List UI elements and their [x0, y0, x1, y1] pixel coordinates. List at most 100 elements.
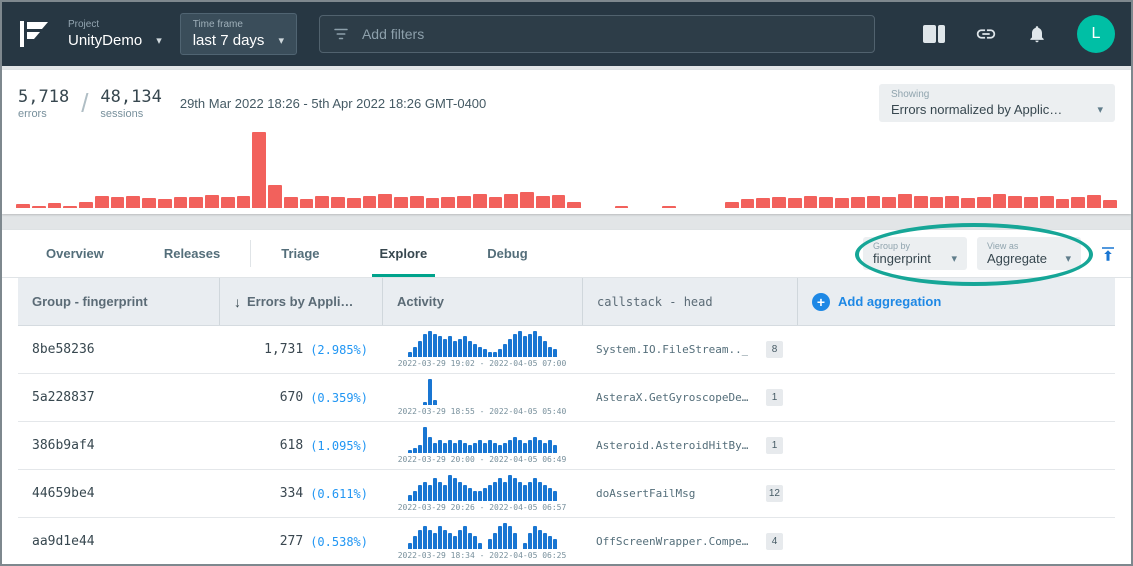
fingerprint-cell[interactable]: aa9d1e44	[18, 518, 219, 565]
histogram-bar[interactable]	[552, 195, 566, 208]
histogram-bar[interactable]	[489, 197, 503, 208]
histogram-bar[interactable]	[977, 197, 991, 208]
histogram-bar[interactable]	[914, 196, 928, 208]
histogram-bar[interactable]	[567, 202, 581, 208]
histogram-bar[interactable]	[142, 198, 156, 208]
histogram-bar[interactable]	[520, 192, 534, 208]
notifications-bell-icon[interactable]	[1027, 24, 1047, 44]
histogram-bar[interactable]	[111, 197, 125, 208]
table-row[interactable]: aa9d1e44277(0.538%)2022-03-29 18:34 - 20…	[18, 518, 1115, 566]
histogram-bar[interactable]	[300, 199, 314, 208]
histogram-bar[interactable]	[174, 197, 188, 208]
view-as-selector[interactable]: View as Aggregate ▾	[977, 237, 1081, 270]
histogram-bar[interactable]	[441, 197, 455, 208]
histogram-bar[interactable]	[16, 204, 30, 208]
histogram-bar[interactable]	[79, 202, 93, 208]
histogram-bar[interactable]	[284, 197, 298, 208]
histogram-bar[interactable]	[725, 202, 739, 208]
project-selector[interactable]: Project UnityDemo ▾	[68, 19, 162, 49]
histogram-bar[interactable]	[237, 196, 251, 208]
histogram-bar[interactable]	[615, 206, 629, 208]
table-row[interactable]: 44659be4334(0.611%)2022-03-29 20:26 - 20…	[18, 470, 1115, 518]
table-row[interactable]: 8be582361,731(2.985%)2022-03-29 19:02 - …	[18, 326, 1115, 374]
histogram-bar[interactable]	[410, 196, 424, 208]
sparkline-bar	[428, 530, 432, 550]
fingerprint-cell[interactable]: 8be58236	[18, 326, 219, 373]
histogram-bar[interactable]	[1103, 200, 1117, 208]
histogram-bar[interactable]	[394, 197, 408, 208]
histogram-bar[interactable]	[48, 203, 62, 208]
histogram-bar[interactable]	[315, 196, 329, 208]
histogram-bar[interactable]	[851, 197, 865, 208]
col-header-fingerprint[interactable]: Group - fingerprint	[18, 278, 219, 325]
histogram-bar[interactable]	[1008, 196, 1022, 208]
histogram-bar[interactable]	[1056, 199, 1070, 208]
histogram-bar[interactable]	[1071, 197, 1085, 208]
col-header-activity[interactable]: Activity	[382, 278, 582, 325]
sparkline-bar	[468, 341, 472, 357]
histogram-bar[interactable]	[473, 194, 487, 208]
histogram-bar[interactable]	[961, 198, 975, 208]
timeframe-selector[interactable]: Time frame last 7 days ▾	[180, 13, 297, 55]
fingerprint-cell[interactable]: 5a228837	[18, 374, 219, 421]
histogram-bar[interactable]	[268, 185, 282, 208]
histogram-bar[interactable]	[221, 197, 235, 208]
histogram-bar[interactable]	[205, 195, 219, 208]
sparkline-bar	[543, 443, 547, 453]
histogram-bar[interactable]	[804, 196, 818, 208]
tab-debug[interactable]: Debug	[457, 230, 557, 277]
histogram-bar[interactable]	[363, 196, 377, 208]
add-aggregation-button[interactable]: + Add aggregation	[812, 293, 941, 311]
tab-triage[interactable]: Triage	[251, 230, 349, 277]
table-row[interactable]: 386b9af4618(1.095%)2022-03-29 20:00 - 20…	[18, 422, 1115, 470]
histogram-bar[interactable]	[993, 194, 1007, 208]
showing-selector[interactable]: Showing Errors normalized by Applic… ▾	[879, 84, 1115, 122]
col-header-errors[interactable]: ↓ Errors by Appli…	[219, 278, 382, 325]
histogram-bar[interactable]	[741, 199, 755, 208]
histogram-bar[interactable]	[347, 198, 361, 208]
histogram-bar[interactable]	[788, 198, 802, 208]
backtrace-logo[interactable]	[18, 20, 50, 48]
histogram-bar[interactable]	[662, 206, 676, 208]
fingerprint-cell[interactable]: 386b9af4	[18, 422, 219, 469]
histogram-bar[interactable]	[378, 194, 392, 208]
histogram-bar[interactable]	[63, 206, 77, 208]
histogram-bar[interactable]	[536, 196, 550, 208]
group-by-selector[interactable]: Group by fingerprint ▾	[863, 237, 967, 270]
col-header-callstack[interactable]: callstack - head	[582, 278, 797, 325]
histogram-bar[interactable]	[158, 199, 172, 208]
histogram-bar[interactable]	[772, 197, 786, 208]
histogram-bar[interactable]	[126, 196, 140, 208]
fingerprint-cell[interactable]: 44659be4	[18, 470, 219, 517]
histogram-bar[interactable]	[95, 196, 109, 208]
histogram-bar[interactable]	[1087, 195, 1101, 208]
align-top-icon[interactable]	[1099, 245, 1117, 263]
histogram-bar[interactable]	[1040, 196, 1054, 208]
histogram-bar[interactable]	[426, 198, 440, 208]
histogram-bar[interactable]	[819, 197, 833, 208]
histogram-bar[interactable]	[32, 206, 46, 208]
histogram-bar[interactable]	[756, 198, 770, 208]
dashboard-layout-icon[interactable]	[923, 25, 945, 43]
histogram-bar[interactable]	[1024, 197, 1038, 208]
histogram-bar[interactable]	[945, 196, 959, 208]
histogram-bar[interactable]	[835, 198, 849, 208]
histogram-bar[interactable]	[331, 197, 345, 208]
sparkline-bar	[528, 533, 532, 549]
histogram-bar[interactable]	[882, 197, 896, 208]
histogram-bar[interactable]	[504, 194, 518, 208]
tab-overview[interactable]: Overview	[16, 230, 134, 277]
user-avatar[interactable]: L	[1077, 15, 1115, 53]
link-icon[interactable]	[975, 23, 997, 45]
table-row[interactable]: 5a228837670(0.359%)2022-03-29 18:55 - 20…	[18, 374, 1115, 422]
sort-desc-icon[interactable]: ↓	[234, 294, 241, 310]
histogram-bar[interactable]	[930, 197, 944, 208]
histogram-bar[interactable]	[898, 194, 912, 208]
histogram-bar[interactable]	[189, 197, 203, 208]
histogram-bar[interactable]	[252, 132, 266, 208]
histogram-bar[interactable]	[867, 196, 881, 208]
tab-releases[interactable]: Releases	[134, 230, 250, 277]
histogram-bar[interactable]	[457, 196, 471, 208]
filters-input[interactable]	[360, 25, 862, 43]
tab-explore[interactable]: Explore	[350, 230, 458, 277]
